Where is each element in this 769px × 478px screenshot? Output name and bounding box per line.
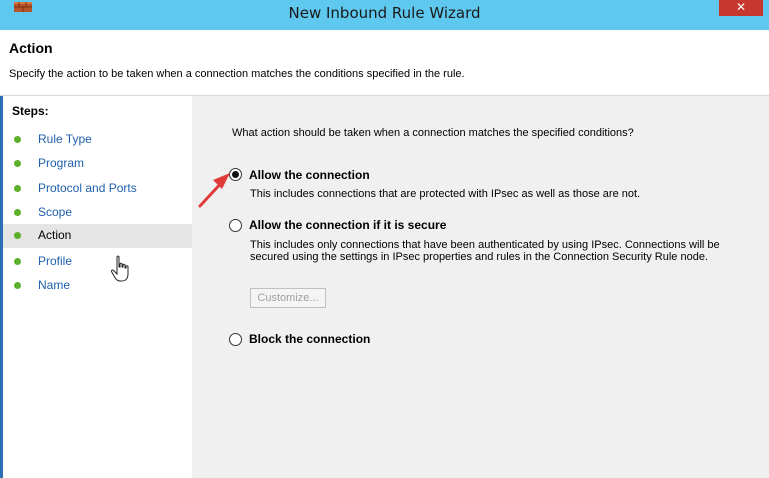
step-status-dot-icon	[14, 185, 21, 192]
step-label: Profile	[38, 254, 73, 268]
close-button[interactable]: ✕	[719, 0, 763, 16]
step-label: Name	[38, 278, 71, 292]
allow-if-secure-label[interactable]: Allow the connection if it is secure	[249, 218, 446, 232]
step-status-dot-icon	[14, 136, 21, 143]
main-content: What action should be taken when a conne…	[192, 96, 769, 478]
title-bar: New Inbound Rule Wizard ✕	[0, 0, 769, 30]
step-action[interactable]: Action	[3, 224, 192, 248]
step-status-dot-icon	[14, 282, 21, 289]
allow-connection-radio[interactable]	[229, 168, 242, 181]
customize-button[interactable]: Customize...	[250, 288, 326, 308]
block-connection-label[interactable]: Block the connection	[249, 332, 370, 346]
step-label: Rule Type	[38, 132, 92, 146]
step-label: Scope	[38, 205, 73, 219]
page-description: Specify the action to be taken when a co…	[9, 68, 465, 80]
radio-selected-dot	[232, 171, 239, 178]
step-name[interactable]: Name	[3, 274, 192, 298]
step-label: Protocol and Ports	[38, 181, 137, 195]
step-scope[interactable]: Scope	[3, 201, 192, 225]
step-status-dot-icon	[14, 160, 21, 167]
page-title: Action	[9, 40, 53, 56]
hand-cursor-icon	[110, 255, 129, 282]
step-status-dot-icon	[14, 209, 21, 216]
step-label: Action	[38, 228, 72, 242]
step-status-dot-icon	[14, 258, 21, 265]
step-profile[interactable]: Profile	[3, 250, 192, 274]
step-program[interactable]: Program	[3, 152, 192, 176]
steps-heading: Steps:	[12, 104, 49, 118]
wizard-header: Action Specify the action to be taken wh…	[0, 30, 769, 96]
window-title: New Inbound Rule Wizard	[288, 4, 481, 22]
step-rule-type[interactable]: Rule Type	[3, 128, 192, 152]
block-connection-radio[interactable]	[229, 333, 242, 346]
allow-if-secure-description: This includes only connections that have…	[250, 239, 720, 263]
step-label: Program	[38, 156, 85, 170]
steps-pane: Steps: Rule Type Program Protocol and Po…	[0, 96, 192, 478]
allow-if-secure-radio[interactable]	[229, 219, 242, 232]
allow-connection-description: This includes connections that are prote…	[250, 188, 641, 200]
action-question: What action should be taken when a conne…	[232, 127, 634, 139]
step-protocol-and-ports[interactable]: Protocol and Ports	[3, 177, 192, 201]
close-icon: ✕	[735, 0, 747, 14]
allow-connection-label[interactable]: Allow the connection	[249, 168, 370, 182]
step-status-dot-icon	[14, 232, 21, 239]
